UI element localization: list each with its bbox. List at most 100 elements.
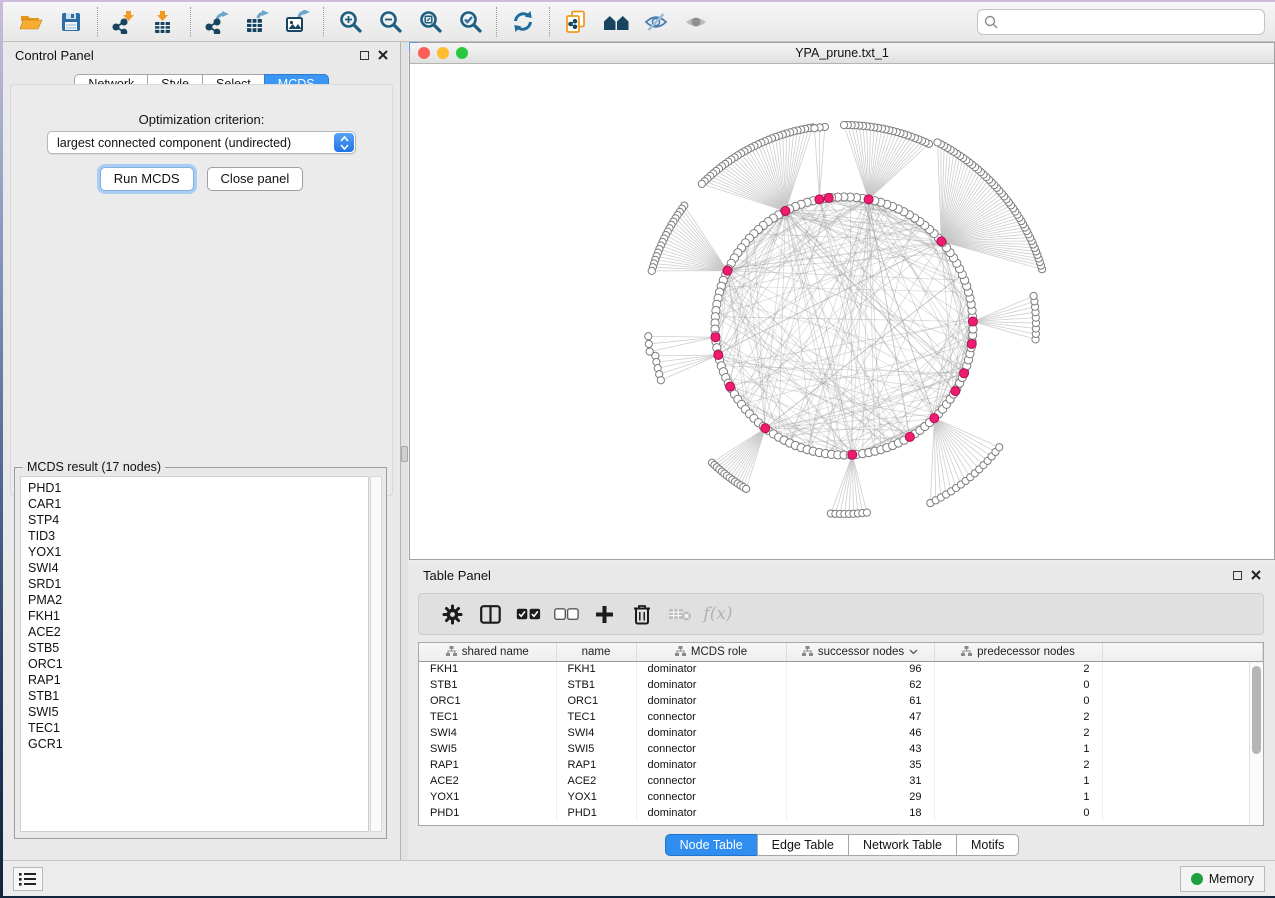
dropdown-stepper-icon — [334, 133, 354, 152]
memory-label: Memory — [1209, 872, 1254, 886]
delete-columns-button[interactable] — [623, 597, 661, 631]
export-table-button[interactable] — [237, 5, 277, 39]
toolbar-separator — [323, 7, 324, 37]
delete-table-button-disabled — [661, 597, 699, 631]
apply-layout-button[interactable] — [503, 5, 543, 39]
column-header-name[interactable]: name — [556, 643, 636, 661]
new-network-from-selection-button[interactable] — [556, 5, 596, 39]
table-row[interactable]: TEC1TEC1connector472 — [419, 709, 1263, 725]
close-panel-icon[interactable] — [1251, 570, 1261, 580]
table-cell: 96 — [786, 661, 934, 677]
zoom-selected-button[interactable] — [450, 5, 490, 39]
mcds-result-scrollbar[interactable] — [370, 476, 382, 832]
network-window-titlebar[interactable]: YPA_prune.txt_1 — [410, 43, 1274, 64]
open-session-button[interactable] — [11, 5, 51, 39]
toolbar-separator — [496, 7, 497, 37]
table-cell: dominator — [636, 693, 786, 709]
zoom-out-button[interactable] — [370, 5, 410, 39]
search-box[interactable] — [977, 9, 1265, 35]
table-settings-button[interactable] — [433, 597, 471, 631]
table-row[interactable]: FKH1FKH1dominator962 — [419, 661, 1263, 677]
memory-button[interactable]: Memory — [1180, 866, 1265, 892]
export-image-button[interactable] — [277, 5, 317, 39]
node-table-grid[interactable]: shared namenameMCDS rolesuccessor nodesp… — [419, 643, 1263, 821]
close-panel-icon[interactable] — [378, 50, 388, 60]
float-panel-icon[interactable] — [360, 51, 369, 60]
table-cell: 31 — [786, 773, 934, 789]
table-row[interactable]: STB1STB1dominator620 — [419, 677, 1263, 693]
import-table-button[interactable] — [144, 5, 184, 39]
table-cell: FKH1 — [556, 661, 636, 677]
first-neighbors-houses-icon — [603, 11, 630, 33]
function-builder-button-disabled: f(x) — [699, 597, 737, 631]
table-cell: dominator — [636, 677, 786, 693]
import-network-icon — [112, 10, 136, 34]
table-row[interactable]: ACE2ACE2connector311 — [419, 773, 1263, 789]
table-cell: 61 — [786, 693, 934, 709]
table-scrollbar[interactable] — [1249, 662, 1263, 825]
table-row[interactable]: RAP1RAP1dominator352 — [419, 757, 1263, 773]
table-cell: SWI5 — [419, 741, 556, 757]
import-table-icon — [152, 10, 176, 34]
table-row[interactable]: ORC1ORC1dominator610 — [419, 693, 1263, 709]
show-all-button[interactable] — [676, 5, 716, 39]
run-mcds-button[interactable]: Run MCDS — [100, 167, 194, 191]
import-network-button[interactable] — [104, 5, 144, 39]
table-cell: ORC1 — [556, 693, 636, 709]
table-scrollbar-thumb[interactable] — [1252, 666, 1261, 754]
divider-grip[interactable] — [401, 446, 408, 462]
cytoscape-window: Control Panel NetworkStyleSelectMCDS Opt… — [3, 2, 1275, 896]
hide-selected-button[interactable] — [636, 5, 676, 39]
close-panel-button[interactable]: Close panel — [207, 167, 304, 191]
tab-network-table[interactable]: Network Table — [848, 834, 957, 856]
criterion-dropdown[interactable]: largest connected component (undirected) — [47, 131, 356, 154]
show-columns-button[interactable] — [471, 597, 509, 631]
panel-divider[interactable] — [401, 42, 408, 860]
column-header-predecessor-nodes[interactable]: predecessor nodes — [934, 643, 1102, 661]
select-all-rows-button[interactable] — [509, 597, 547, 631]
hide-eye-slash-icon — [644, 11, 668, 33]
tab-node-table[interactable]: Node Table — [665, 834, 758, 856]
task-history-button[interactable] — [13, 867, 43, 891]
table-cell: 18 — [786, 805, 934, 821]
float-panel-icon[interactable] — [1233, 571, 1242, 580]
tab-edge-table[interactable]: Edge Table — [757, 834, 849, 856]
create-column-button[interactable] — [585, 597, 623, 631]
column-header-MCDS-role[interactable]: MCDS role — [636, 643, 786, 661]
table-cell: FKH1 — [419, 661, 556, 677]
tab-motifs[interactable]: Motifs — [956, 834, 1019, 856]
column-header-successor-nodes[interactable]: successor nodes — [786, 643, 934, 661]
table-header-row[interactable]: shared namenameMCDS rolesuccessor nodesp… — [419, 643, 1263, 661]
zoom-in-button[interactable] — [330, 5, 370, 39]
trash-icon — [632, 604, 652, 625]
search-icon — [984, 15, 998, 29]
mcds-result-list[interactable]: PHD1CAR1STP4TID3YOX1SWI4SRD1PMA2FKH1ACE2… — [20, 476, 369, 832]
export-network-icon — [205, 10, 229, 34]
table-row[interactable]: SWI5SWI5connector431 — [419, 741, 1263, 757]
delete-table-icon — [668, 606, 692, 622]
export-network-button[interactable] — [197, 5, 237, 39]
plus-icon — [595, 605, 614, 624]
first-neighbors-button[interactable] — [596, 5, 636, 39]
table-row[interactable]: PHD1PHD1dominator180 — [419, 805, 1263, 821]
zoom-fit-button[interactable] — [410, 5, 450, 39]
table-row[interactable]: SWI4SWI4dominator462 — [419, 725, 1263, 741]
table-cell: 47 — [786, 709, 934, 725]
criterion-dropdown-value: largest connected component (undirected) — [57, 136, 291, 150]
mcds-result-item: ORC1 — [28, 656, 368, 672]
columns-icon — [480, 605, 501, 624]
table-cell: 2 — [934, 757, 1102, 773]
search-input[interactable] — [998, 15, 1258, 29]
table-cell: TEC1 — [556, 709, 636, 725]
deselect-all-rows-button[interactable] — [547, 597, 585, 631]
mcds-result-item: TID3 — [28, 528, 368, 544]
table-cell: dominator — [636, 757, 786, 773]
column-header-shared-name[interactable]: shared name — [419, 643, 556, 661]
table-cell: 1 — [934, 741, 1102, 757]
table-cell: 1 — [934, 789, 1102, 805]
table-row[interactable]: YOX1YOX1connector291 — [419, 789, 1263, 805]
optimization-criterion-label: Optimization criterion: — [11, 112, 392, 127]
save-session-button[interactable] — [51, 5, 91, 39]
mcds-result-item: RAP1 — [28, 672, 368, 688]
network-canvas[interactable] — [410, 64, 1274, 559]
